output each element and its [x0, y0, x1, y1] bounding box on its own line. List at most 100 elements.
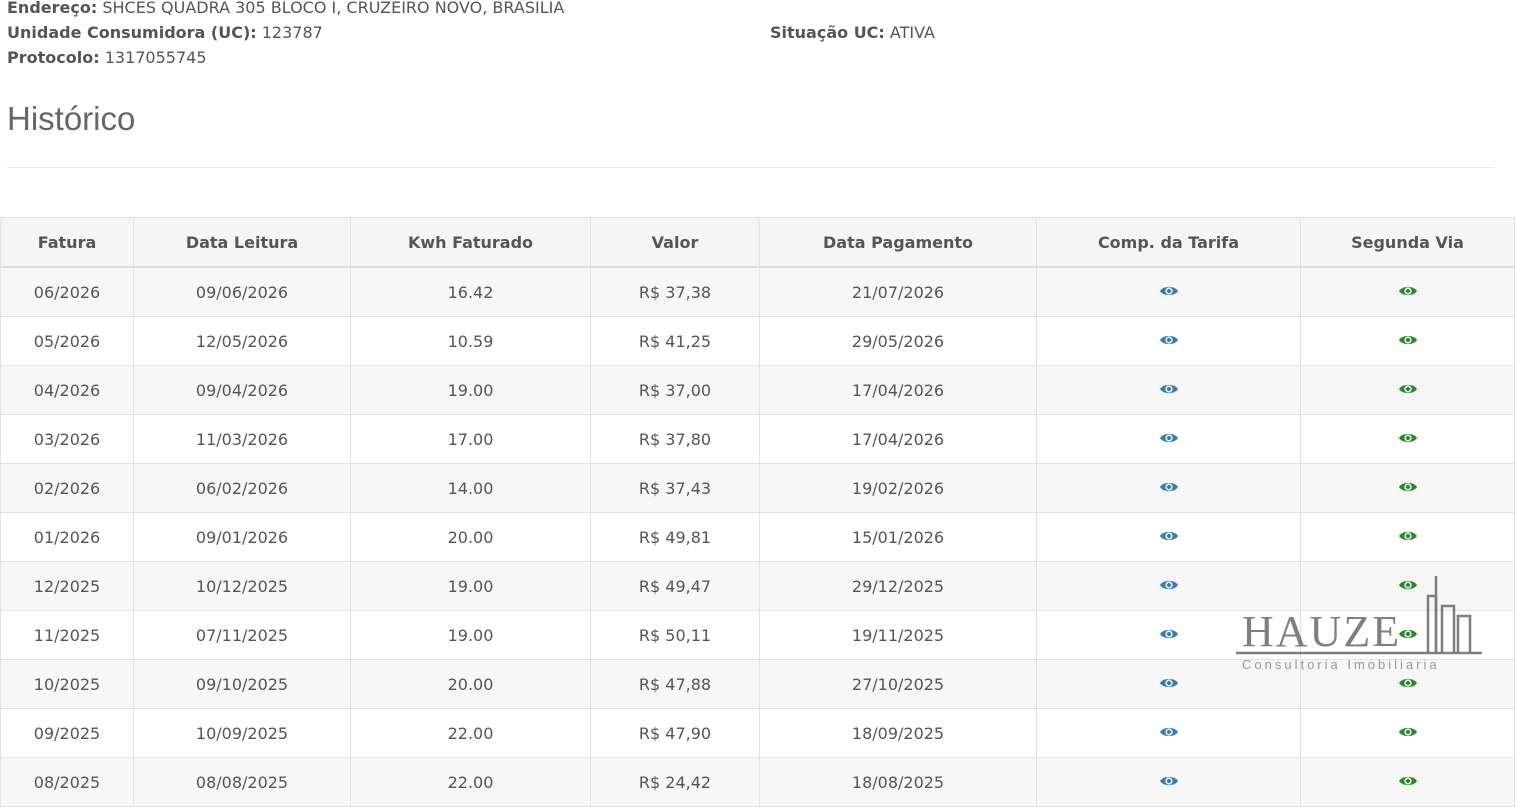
- view-tariff-eye-icon[interactable]: [1159, 381, 1179, 400]
- cell-valor: R$ 37,00: [590, 365, 760, 415]
- table-row: 01/2026 09/01/2026 20.00 R$ 49,81 15/01/2026: [0, 512, 1515, 562]
- view-tariff-eye-icon[interactable]: [1159, 577, 1179, 596]
- status-value: ATIVA: [889, 23, 935, 42]
- consumer-unit-label: Unidade Consumidora (UC):: [7, 23, 257, 42]
- status-label: Situação UC:: [770, 23, 885, 42]
- table-row: 02/2026 06/02/2026 14.00 R$ 37,43 19/02/2026: [0, 463, 1515, 513]
- view-second-copy-eye-icon[interactable]: [1398, 724, 1418, 743]
- cell-segunda-via: [1300, 708, 1515, 758]
- cell-fatura: 11/2025: [0, 610, 134, 660]
- view-second-copy-eye-icon[interactable]: [1398, 626, 1418, 645]
- cell-segunda-via: [1300, 266, 1515, 317]
- view-tariff-eye-icon[interactable]: [1159, 528, 1179, 547]
- cell-fatura: 02/2026: [0, 463, 134, 513]
- protocol-label: Protocolo:: [7, 48, 100, 67]
- history-table-body: 06/2026 09/06/2026 16.42 R$ 37,38 21/07/2026…: [0, 266, 1515, 807]
- cell-comp-tarifa: [1036, 266, 1301, 317]
- view-second-copy-eye-icon[interactable]: [1398, 381, 1418, 400]
- view-tariff-eye-icon[interactable]: [1159, 724, 1179, 743]
- cell-comp-tarifa: [1036, 365, 1301, 415]
- cell-data-pagamento: 19/11/2025: [759, 610, 1037, 660]
- view-tariff-eye-icon[interactable]: [1159, 626, 1179, 645]
- cell-data-leitura: 07/11/2025: [133, 610, 351, 660]
- cell-comp-tarifa: [1036, 316, 1301, 366]
- column-header-data-leitura[interactable]: Data Leitura: [133, 217, 351, 268]
- column-header-kwh[interactable]: Kwh Faturado: [350, 217, 591, 268]
- cell-data-leitura: 09/10/2025: [133, 659, 351, 709]
- cell-kwh: 22.00: [350, 708, 591, 758]
- cell-data-leitura: 12/05/2026: [133, 316, 351, 366]
- view-second-copy-eye-icon[interactable]: [1398, 577, 1418, 596]
- cell-data-leitura: 09/01/2026: [133, 512, 351, 562]
- cell-data-pagamento: 15/01/2026: [759, 512, 1037, 562]
- cell-data-leitura: 09/06/2026: [133, 266, 351, 317]
- cell-kwh: 19.00: [350, 365, 591, 415]
- table-row: 09/2025 10/09/2025 22.00 R$ 47,90 18/09/2025: [0, 708, 1515, 758]
- view-tariff-eye-icon[interactable]: [1159, 430, 1179, 449]
- column-header-data-pagamento[interactable]: Data Pagamento: [759, 217, 1037, 268]
- cell-data-leitura: 08/08/2025: [133, 757, 351, 807]
- cell-valor: R$ 37,38: [590, 266, 760, 317]
- column-header-comp-tarifa[interactable]: Comp. da Tarifa: [1036, 217, 1301, 268]
- cell-data-leitura: 09/04/2026: [133, 365, 351, 415]
- cell-fatura: 06/2026: [0, 266, 134, 317]
- table-row: 10/2025 09/10/2025 20.00 R$ 47,88 27/10/2025: [0, 659, 1515, 709]
- cell-kwh: 16.42: [350, 266, 591, 317]
- cell-data-pagamento: 18/08/2025: [759, 757, 1037, 807]
- cell-kwh: 19.00: [350, 561, 591, 611]
- cell-segunda-via: [1300, 365, 1515, 415]
- address-line: Endereço: SHCES QUADRA 305 BLOCO I, CRUZ…: [7, 0, 564, 20]
- view-second-copy-eye-icon[interactable]: [1398, 479, 1418, 498]
- cell-valor: R$ 47,88: [590, 659, 760, 709]
- cell-segunda-via: [1300, 463, 1515, 513]
- column-header-fatura[interactable]: Fatura: [0, 217, 134, 268]
- history-table: Fatura Data Leitura Kwh Faturado Valor D…: [0, 217, 1515, 807]
- cell-comp-tarifa: [1036, 414, 1301, 464]
- consumer-unit-line: Unidade Consumidora (UC): 123787: [7, 20, 323, 45]
- cell-comp-tarifa: [1036, 561, 1301, 611]
- address-label: Endereço:: [7, 0, 98, 17]
- cell-comp-tarifa: [1036, 757, 1301, 807]
- cell-data-pagamento: 29/05/2026: [759, 316, 1037, 366]
- view-second-copy-eye-icon[interactable]: [1398, 675, 1418, 694]
- cell-kwh: 20.00: [350, 512, 591, 562]
- cell-fatura: 08/2025: [0, 757, 134, 807]
- view-second-copy-eye-icon[interactable]: [1398, 773, 1418, 792]
- cell-fatura: 10/2025: [0, 659, 134, 709]
- view-tariff-eye-icon[interactable]: [1159, 283, 1179, 302]
- cell-data-leitura: 10/12/2025: [133, 561, 351, 611]
- view-tariff-eye-icon[interactable]: [1159, 479, 1179, 498]
- cell-kwh: 19.00: [350, 610, 591, 660]
- cell-valor: R$ 37,43: [590, 463, 760, 513]
- cell-segunda-via: [1300, 561, 1515, 611]
- cell-data-pagamento: 19/02/2026: [759, 463, 1037, 513]
- view-tariff-eye-icon[interactable]: [1159, 675, 1179, 694]
- cell-segunda-via: [1300, 512, 1515, 562]
- column-header-segunda-via[interactable]: Segunda Via: [1300, 217, 1515, 268]
- view-second-copy-eye-icon[interactable]: [1398, 283, 1418, 302]
- cell-valor: R$ 49,47: [590, 561, 760, 611]
- cell-data-pagamento: 18/09/2025: [759, 708, 1037, 758]
- cell-comp-tarifa: [1036, 512, 1301, 562]
- cell-segunda-via: [1300, 757, 1515, 807]
- table-row: 04/2026 09/04/2026 19.00 R$ 37,00 17/04/2026: [0, 365, 1515, 415]
- history-title: Histórico: [7, 100, 136, 137]
- cell-kwh: 22.00: [350, 757, 591, 807]
- cell-fatura: 03/2026: [0, 414, 134, 464]
- cell-data-pagamento: 17/04/2026: [759, 365, 1037, 415]
- cell-data-leitura: 06/02/2026: [133, 463, 351, 513]
- cell-fatura: 09/2025: [0, 708, 134, 758]
- cell-valor: R$ 50,11: [590, 610, 760, 660]
- column-header-valor[interactable]: Valor: [590, 217, 760, 268]
- view-second-copy-eye-icon[interactable]: [1398, 430, 1418, 449]
- cell-segunda-via: [1300, 316, 1515, 366]
- cell-fatura: 12/2025: [0, 561, 134, 611]
- view-tariff-eye-icon[interactable]: [1159, 773, 1179, 792]
- table-header-row: Fatura Data Leitura Kwh Faturado Valor D…: [0, 217, 1515, 268]
- view-tariff-eye-icon[interactable]: [1159, 332, 1179, 351]
- view-second-copy-eye-icon[interactable]: [1398, 332, 1418, 351]
- table-row: 03/2026 11/03/2026 17.00 R$ 37,80 17/04/2026: [0, 414, 1515, 464]
- view-second-copy-eye-icon[interactable]: [1398, 528, 1418, 547]
- cell-valor: R$ 41,25: [590, 316, 760, 366]
- protocol-value: 1317055745: [104, 48, 207, 67]
